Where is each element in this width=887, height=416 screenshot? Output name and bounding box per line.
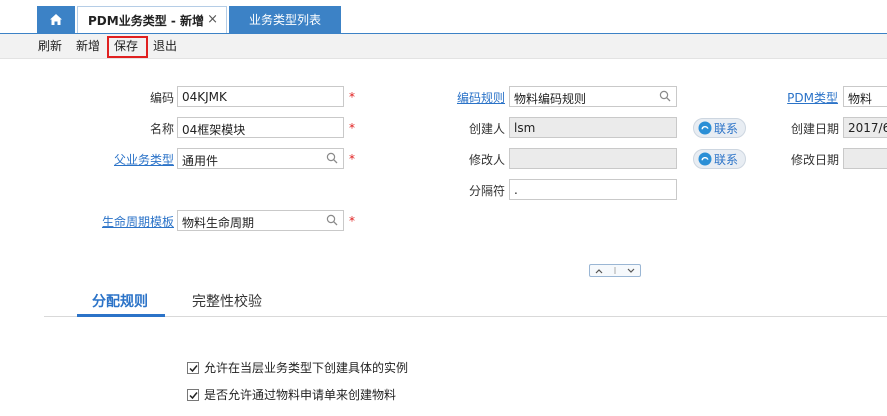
- name-field[interactable]: 04框架模块: [177, 117, 344, 138]
- tab-inactive-label: 业务类型列表: [248, 13, 321, 27]
- refresh-button[interactable]: 刷新: [38, 38, 62, 54]
- check-icon: [189, 364, 198, 372]
- modify-date-field: [843, 148, 887, 169]
- active-tab-indicator: [77, 314, 165, 317]
- tab-integrity-check[interactable]: 完整性校验: [192, 291, 262, 311]
- modifier-label: 修改人: [468, 153, 505, 167]
- subtab-divider: [44, 316, 887, 317]
- allow-instance-label: 允许在当层业务类型下创建具体的实例: [204, 361, 409, 375]
- option-row: 是否允许通过物料申请单来创建物料: [187, 386, 396, 403]
- separator-label: 分隔符: [468, 184, 505, 198]
- check-icon: [189, 391, 198, 399]
- create-date-label: 创建日期: [790, 122, 839, 136]
- code-label: 编码: [149, 91, 174, 105]
- required-marker: *: [349, 152, 355, 166]
- required-marker: *: [349, 90, 355, 104]
- required-marker: *: [349, 214, 355, 228]
- parent-type-field[interactable]: 通用件: [177, 148, 344, 169]
- required-marker: *: [349, 121, 355, 135]
- contact-icon: [698, 152, 712, 166]
- divider-icon: [614, 267, 616, 274]
- chevron-down-icon: [627, 268, 635, 273]
- exit-button[interactable]: 退出: [153, 38, 177, 54]
- creator-contact-button[interactable]: 联系: [693, 118, 746, 138]
- allow-material-request-checkbox[interactable]: [187, 388, 199, 401]
- lifecycle-template-field[interactable]: 物料生命周期: [177, 210, 344, 231]
- code-field[interactable]: 04KJMK: [177, 86, 344, 107]
- tab-pdm-business-type-new[interactable]: PDM业务类型 - 新增 ×: [77, 6, 227, 33]
- code-rule-field[interactable]: 物料编码规则: [509, 86, 677, 107]
- tab-active-label: PDM业务类型 - 新增: [88, 13, 205, 28]
- close-icon[interactable]: ×: [207, 12, 218, 28]
- home-icon: [50, 14, 62, 25]
- separator-field[interactable]: .: [509, 179, 677, 200]
- pdm-type-field[interactable]: 物料: [843, 86, 887, 107]
- add-button[interactable]: 新增: [76, 38, 100, 54]
- creator-field: lsm: [509, 117, 677, 138]
- parent-type-label[interactable]: 父业务类型: [106, 151, 174, 168]
- code-rule-label[interactable]: 编码规则: [450, 89, 505, 106]
- create-date-field: 2017/6: [843, 117, 887, 138]
- collapse-toggle[interactable]: [589, 264, 641, 277]
- search-icon[interactable]: [326, 152, 338, 164]
- name-label: 名称: [149, 122, 174, 136]
- modify-date-label: 修改日期: [790, 153, 839, 167]
- allow-material-request-label: 是否允许通过物料申请单来创建物料: [204, 388, 397, 402]
- toolbar: 刷新 新增 保存 退出: [0, 33, 887, 59]
- tab-strip: PDM业务类型 - 新增 × 业务类型列表: [0, 0, 887, 33]
- chevron-up-icon: [595, 268, 603, 273]
- tab-business-type-list[interactable]: 业务类型列表: [229, 6, 341, 33]
- save-button[interactable]: 保存: [114, 38, 138, 54]
- modifier-contact-button[interactable]: 联系: [693, 149, 746, 169]
- modifier-field: [509, 148, 677, 169]
- search-icon[interactable]: [659, 90, 671, 102]
- creator-label: 创建人: [468, 122, 505, 136]
- contact-label: 联系: [714, 121, 739, 136]
- pdm-type-label[interactable]: PDM类型: [783, 89, 838, 106]
- lifecycle-template-label[interactable]: 生命周期模板: [96, 213, 174, 230]
- tab-home[interactable]: [37, 6, 75, 33]
- allow-instance-checkbox[interactable]: [187, 361, 199, 374]
- search-icon[interactable]: [326, 214, 338, 226]
- option-row: 允许在当层业务类型下创建具体的实例: [187, 359, 408, 376]
- contact-icon: [698, 121, 712, 135]
- tab-assign-rules[interactable]: 分配规则: [92, 291, 148, 311]
- contact-label: 联系: [714, 152, 739, 167]
